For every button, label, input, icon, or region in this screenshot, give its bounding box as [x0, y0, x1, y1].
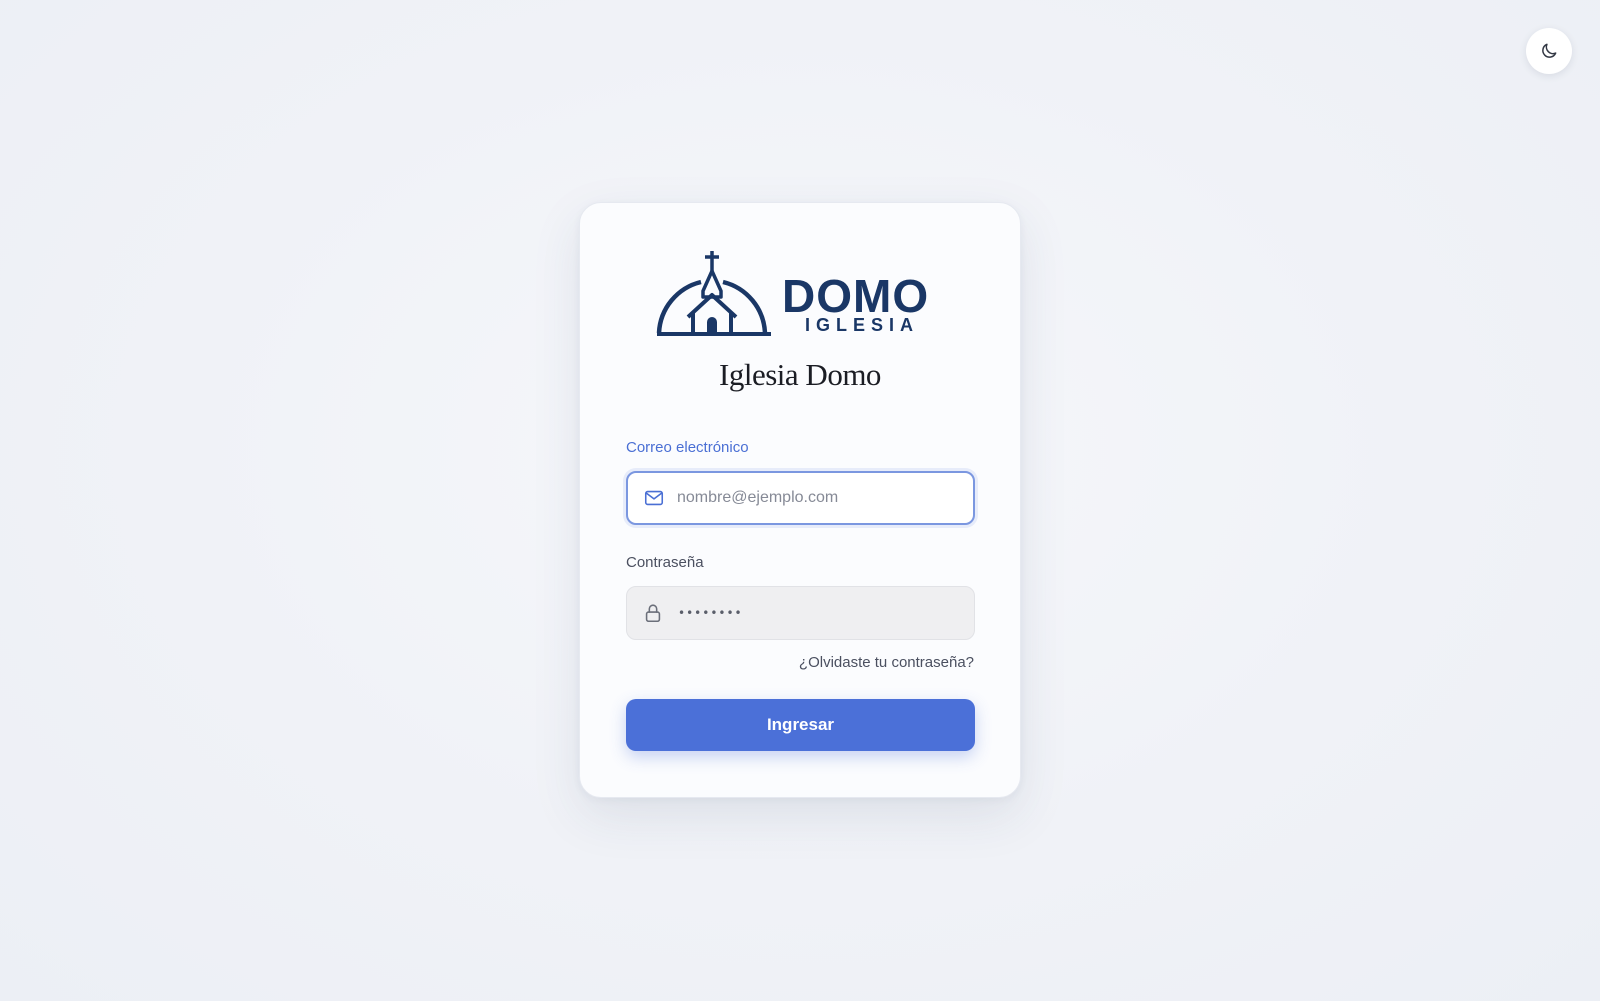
login-card: DOMO IGLESIA Iglesia Domo Correo electró… — [579, 202, 1021, 798]
logo-wordmark: DOMO — [782, 270, 930, 322]
email-field-container[interactable] — [626, 471, 975, 525]
lock-icon — [642, 602, 664, 624]
church-logo: DOMO IGLESIA — [655, 247, 947, 343]
mail-icon — [643, 487, 665, 509]
password-label: Contraseña — [626, 554, 704, 571]
email-label: Correo electrónico — [626, 439, 749, 456]
forgot-password-link[interactable]: ¿Olvidaste tu contraseña? — [799, 654, 974, 671]
email-input[interactable] — [677, 489, 957, 507]
theme-toggle-button[interactable] — [1526, 28, 1572, 74]
church-dome-icon — [656, 251, 771, 336]
password-input[interactable]: •••••••• — [678, 606, 743, 620]
moon-icon — [1539, 41, 1559, 61]
password-field-container[interactable]: •••••••• — [626, 586, 975, 640]
logo-subtitle: IGLESIA — [805, 315, 920, 335]
page-title: Iglesia Domo — [719, 357, 881, 392]
login-button[interactable]: Ingresar — [626, 699, 975, 751]
